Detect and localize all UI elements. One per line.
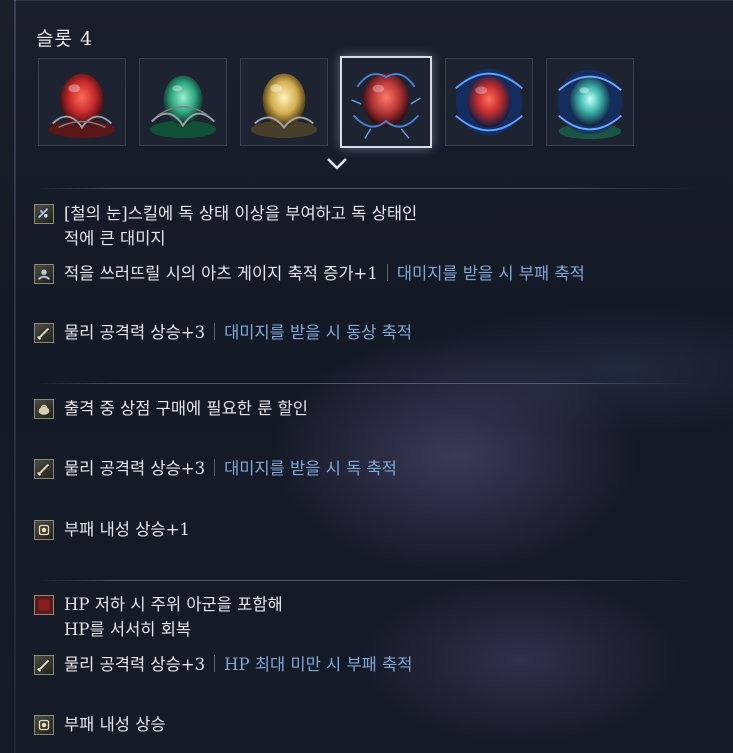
relic-slot-4[interactable] xyxy=(340,56,432,148)
effect-text: 물리 공격력 상승+3 xyxy=(64,323,206,342)
slot-title: 슬롯 4 xyxy=(36,28,94,50)
effect-row: 부패 내성 상승+1 xyxy=(34,517,190,542)
arts-gauge-icon xyxy=(34,264,54,284)
effect-text: 부패 내성 상승 xyxy=(64,715,166,734)
effect-text-line2: HP를 서서히 회복 xyxy=(64,620,192,639)
rot-resist-icon xyxy=(34,520,54,540)
effect-row: 부패 내성 상승 xyxy=(34,712,166,737)
effect-separator xyxy=(214,459,216,476)
effect-side-effect: 대미지를 받을 시 동상 축적 xyxy=(224,323,413,342)
effect-side-effect: HP 최대 미만 시 부패 축적 xyxy=(224,655,413,674)
relic-slot-5[interactable] xyxy=(445,58,533,146)
gold-relic-icon xyxy=(250,73,318,139)
effect-row: 물리 공격력 상승+3 대미지를 받을 시 동상 축적 xyxy=(34,320,412,345)
relic-slot-6[interactable] xyxy=(546,58,634,146)
effect-text: HP 저하 시 주위 아군을 포함해 xyxy=(64,595,283,614)
effect-row: 물리 공격력 상승+3 대미지를 받을 시 독 축적 xyxy=(34,456,397,481)
effect-separator xyxy=(214,323,216,340)
effect-side-effect: 대미지를 받을 시 독 축적 xyxy=(224,459,397,478)
divider xyxy=(36,580,696,581)
effect-text: [철의 눈]스킬에 독 상태 이상을 부여하고 독 상태인 xyxy=(64,204,418,223)
red-thorned-relic-icon xyxy=(351,73,421,139)
effect-separator xyxy=(214,655,216,672)
teal-relic-icon xyxy=(557,69,623,140)
sword-icon xyxy=(34,323,54,343)
effect-text: 출격 중 상점 구매에 필요한 룬 할인 xyxy=(64,399,308,418)
relic-slot-2[interactable] xyxy=(139,58,227,146)
effect-side-effect: 대미지를 받을 시 부패 축적 xyxy=(396,264,585,283)
effect-text: 물리 공격력 상승+3 xyxy=(64,655,206,674)
eye-skill-icon xyxy=(34,204,54,224)
relic-slot-3[interactable] xyxy=(240,58,328,146)
effect-row: 적을 쓰러뜨릴 시의 아츠 게이지 축적 증가+1 대미지를 받을 시 부패 축적 xyxy=(34,261,585,286)
effect-row: 물리 공격력 상승+3 HP 최대 미만 시 부패 축적 xyxy=(34,652,412,677)
frame-top-line xyxy=(14,0,733,1)
hp-restore-icon xyxy=(34,595,54,615)
green-relic-icon xyxy=(149,75,217,139)
rot-resist-icon xyxy=(34,715,54,735)
rune-bag-icon xyxy=(34,399,54,419)
sword-icon xyxy=(34,459,54,479)
crimson-relic-icon xyxy=(48,73,116,139)
selection-caret-icon xyxy=(327,158,347,170)
effect-row: HP 저하 시 주위 아군을 포함해 HP를 서서히 회복 xyxy=(34,592,283,642)
effect-separator xyxy=(386,264,388,281)
divider xyxy=(36,188,696,189)
effect-text: 적을 쓰러뜨릴 시의 아츠 게이지 축적 증가+1 xyxy=(64,264,378,283)
blue-red-relic-icon xyxy=(455,68,523,136)
sword-icon xyxy=(34,655,54,675)
effect-row: 출격 중 상점 구매에 필요한 룬 할인 xyxy=(34,396,308,421)
effect-row: [철의 눈]스킬에 독 상태 이상을 부여하고 독 상태인 적에 큰 대미지 xyxy=(34,201,417,251)
relic-slot-1[interactable] xyxy=(38,58,126,146)
divider xyxy=(36,383,696,384)
effect-text: 부패 내성 상승+1 xyxy=(64,520,190,539)
frame-left-line xyxy=(14,0,16,753)
effect-text-line2: 적에 큰 대미지 xyxy=(64,229,166,248)
effect-text: 물리 공격력 상승+3 xyxy=(64,459,206,478)
